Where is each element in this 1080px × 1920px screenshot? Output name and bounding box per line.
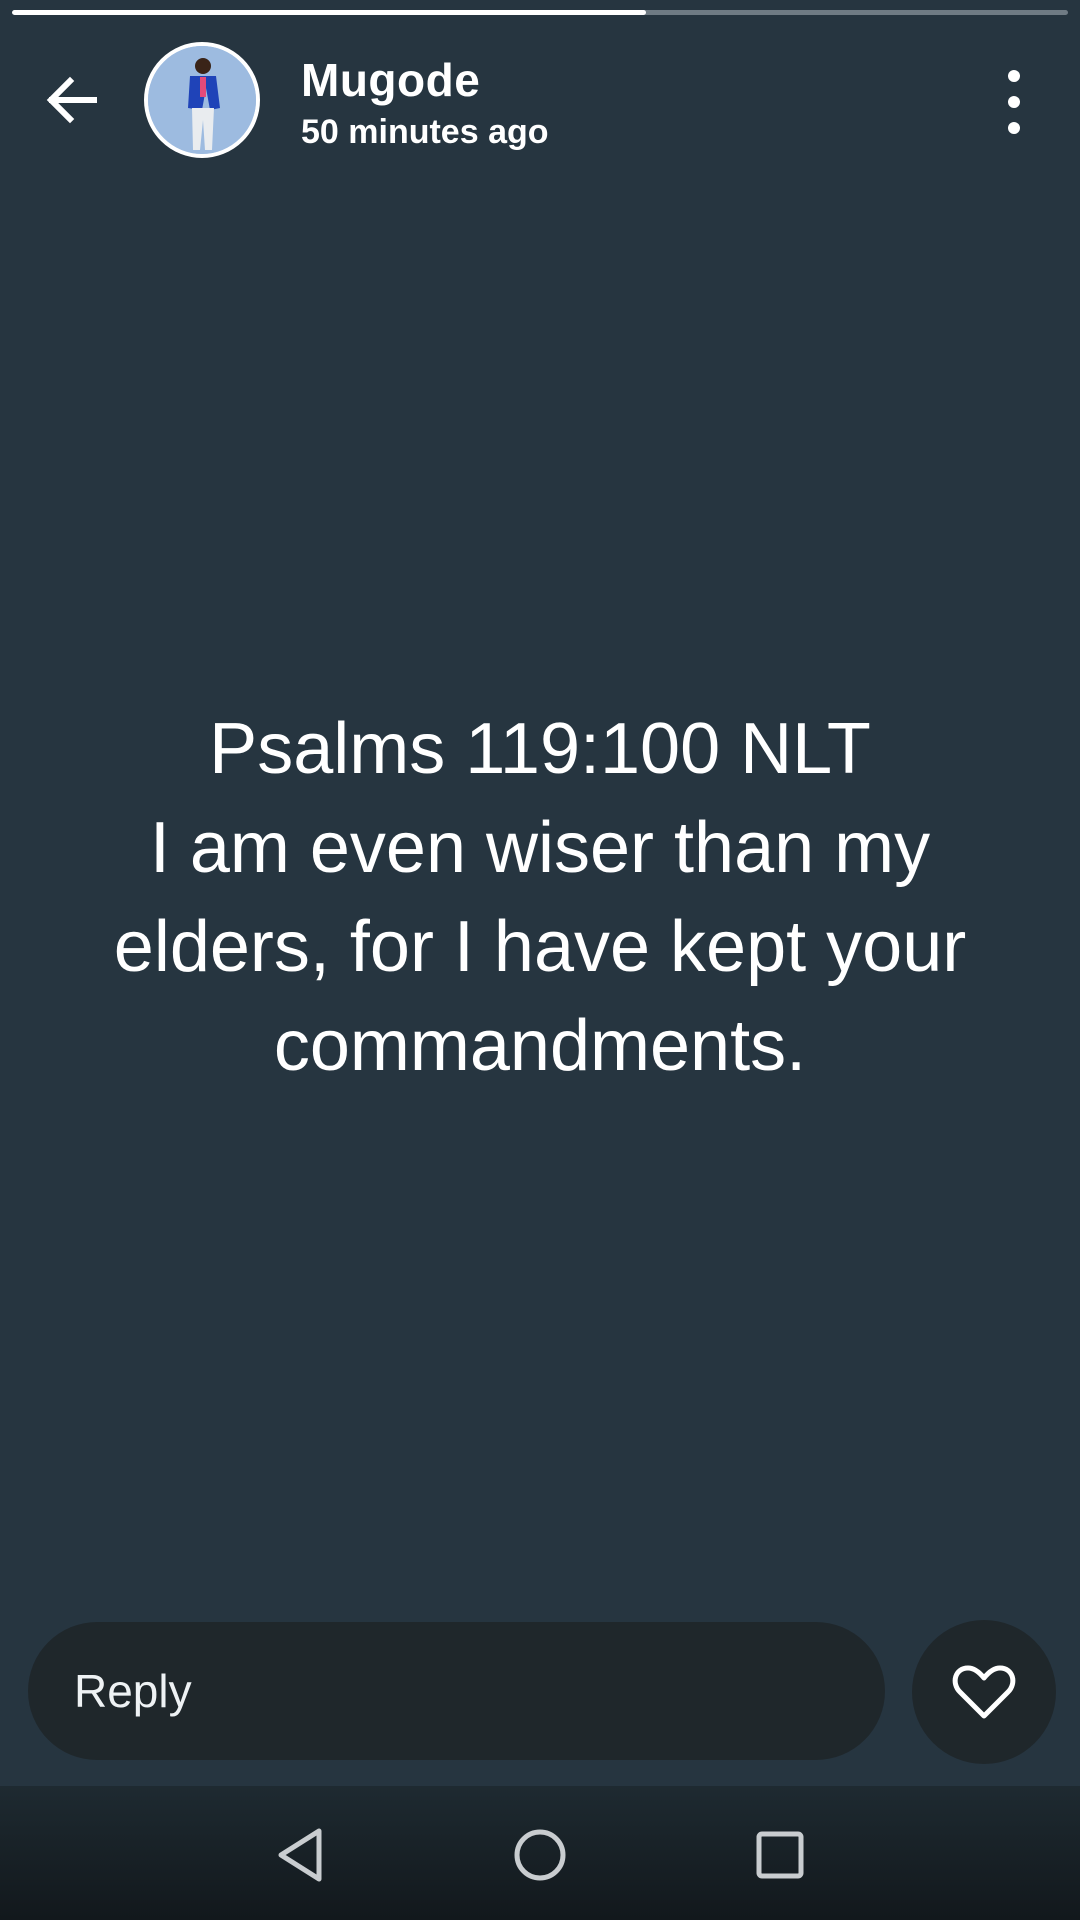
more-vertical-icon bbox=[1008, 70, 1020, 82]
back-button[interactable] bbox=[36, 64, 108, 136]
status-progress-fill bbox=[12, 10, 646, 15]
status-viewer-screen: Mugode 50 minutes ago Psalms 119:100 NLT… bbox=[0, 0, 1080, 1920]
reply-placeholder: Reply bbox=[74, 1665, 192, 1717]
triangle-back-icon bbox=[278, 1828, 322, 1882]
more-vertical-icon-dot bbox=[1008, 96, 1020, 108]
more-options-button[interactable] bbox=[990, 70, 1038, 134]
status-timestamp: 50 minutes ago bbox=[301, 113, 549, 151]
nav-home-button[interactable] bbox=[490, 1810, 590, 1900]
nav-recents-button[interactable] bbox=[730, 1810, 830, 1900]
status-text-body: I am even wiser than my elders, for I ha… bbox=[113, 808, 967, 1086]
like-button[interactable] bbox=[912, 1620, 1056, 1764]
more-vertical-icon-dot bbox=[1008, 122, 1020, 134]
header-info: Mugode 50 minutes ago bbox=[301, 52, 549, 154]
nav-back-button[interactable] bbox=[250, 1810, 350, 1900]
heart-outline-icon bbox=[952, 1665, 1016, 1719]
contact-name: Mugode bbox=[301, 54, 481, 106]
circle-home-icon bbox=[514, 1829, 566, 1881]
avatar[interactable] bbox=[144, 42, 260, 158]
system-navigation-bar bbox=[0, 1786, 1080, 1920]
status-text-reference: Psalms 119:100 NLT bbox=[209, 709, 871, 789]
reply-input[interactable]: Reply bbox=[28, 1622, 885, 1760]
status-progress-bar bbox=[12, 10, 1068, 15]
square-recents-icon bbox=[756, 1831, 804, 1879]
profile-photo-icon bbox=[148, 46, 256, 154]
status-text: Psalms 119:100 NLT I am even wiser than … bbox=[80, 700, 1000, 1096]
arrow-left-icon bbox=[46, 76, 97, 124]
